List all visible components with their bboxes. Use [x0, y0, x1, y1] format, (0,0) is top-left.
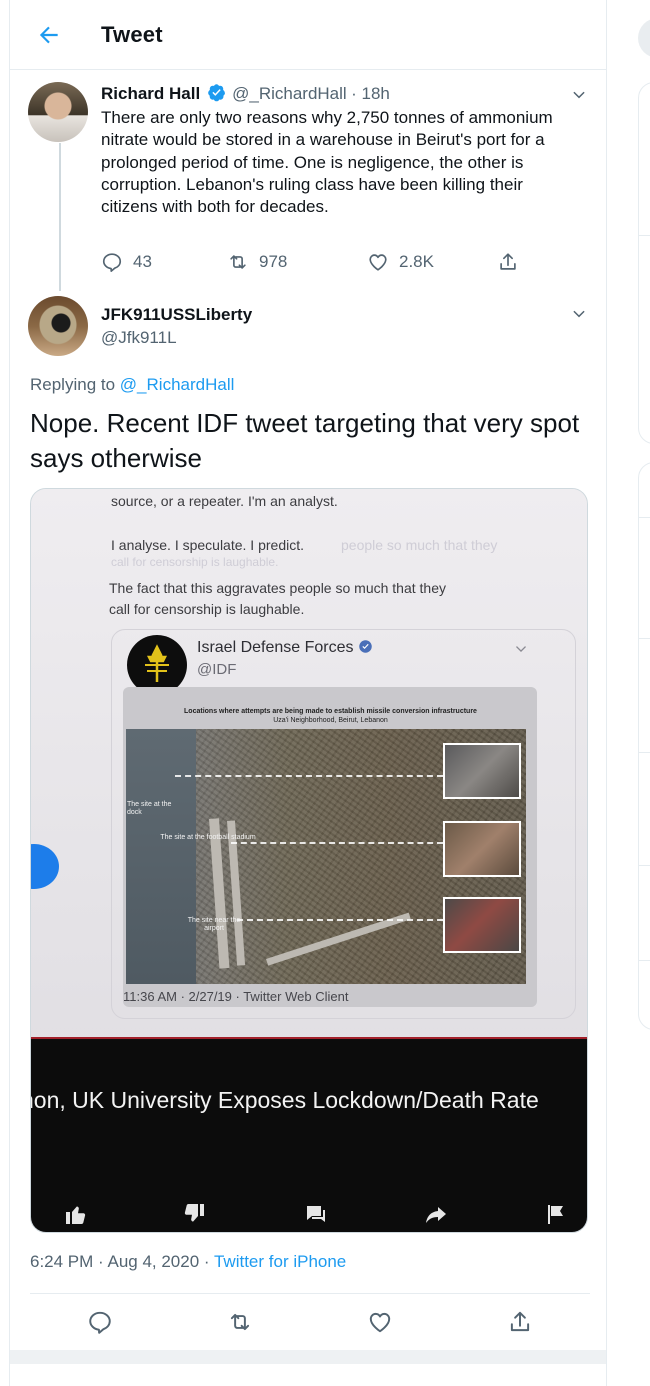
back-arrow-icon[interactable]	[36, 22, 62, 48]
verified-badge-icon	[359, 640, 372, 653]
sidebar-card	[638, 462, 650, 1030]
map-title: Locations where attempts are being made …	[133, 707, 528, 725]
map-inset-stadium	[443, 821, 521, 877]
page-header: Tweet	[10, 0, 606, 70]
embedded-tweet-footer: 11:36 AM · 2/27/19 · Twitter Web Client	[123, 989, 349, 1004]
chevron-down-icon[interactable]	[570, 305, 588, 323]
tweet1-text: There are only two reasons why 2,750 ton…	[101, 108, 553, 217]
idf-logo-icon	[127, 635, 187, 695]
map-title-line: Locations where attempts are being made …	[184, 708, 477, 715]
page-title: Tweet	[101, 22, 163, 47]
sidebar-card	[638, 82, 650, 444]
comments-icon	[307, 1206, 325, 1222]
divider	[30, 1293, 590, 1294]
share-button[interactable]	[497, 251, 529, 273]
reply-button[interactable]: 43	[101, 251, 227, 273]
reply-count: 43	[133, 252, 152, 271]
retweet-button[interactable]: 978	[227, 251, 367, 273]
section-divider-bar	[10, 1350, 606, 1364]
author-handle[interactable]: @Jfk911L	[101, 328, 177, 348]
verified-badge-icon	[207, 84, 225, 102]
search-bar[interactable]	[638, 18, 650, 58]
right-sidebar	[608, 0, 650, 1386]
tweet1-actions: 43 978 2.8K	[101, 251, 541, 273]
map-sea-area	[126, 729, 196, 984]
heart-icon	[369, 254, 387, 271]
screenshot-text-line: source, or a repeater. I'm an analyst.	[111, 493, 338, 509]
divider	[638, 517, 650, 518]
screenshot-ghost-text: people so much that they	[341, 537, 498, 553]
chevron-down-icon[interactable]	[570, 86, 588, 104]
tweet-timestamp: 6:24 PM · Aug 4, 2020 · Twitter for iPho…	[30, 1252, 346, 1272]
author-name[interactable]: Richard Hall	[101, 84, 200, 103]
share-arrow-icon	[426, 1207, 446, 1223]
divider	[638, 235, 650, 236]
like-count: 2.8K	[399, 252, 434, 271]
avatar-richard-hall[interactable]	[28, 82, 88, 142]
divider	[638, 752, 650, 753]
guide-line-airport	[237, 919, 443, 921]
reply-icon	[102, 253, 122, 272]
share-icon	[500, 253, 516, 270]
video-title-text: non, UK University Exposes Lockdown/Deat…	[30, 1087, 539, 1113]
divider	[638, 638, 650, 639]
tweet-media-image[interactable]: source, or a repeater. I'm an analyst. I…	[30, 488, 588, 1233]
retweet-count: 978	[259, 252, 288, 271]
tweet2-text: Nope. Recent IDF tweet targeting that ve…	[30, 408, 580, 473]
embedded-author-handle: @IDF	[197, 661, 237, 678]
guide-line-stadium	[231, 842, 443, 844]
divider	[638, 960, 650, 961]
thread-connector	[59, 143, 61, 291]
main-column: Tweet Richard Hall @_RichardHall · 18h T…	[9, 0, 607, 1386]
timestamp-text[interactable]: 6:24 PM · Aug 4, 2020 ·	[30, 1252, 210, 1271]
map-label-dock: The site at the dock	[127, 801, 172, 816]
replying-to-link[interactable]: @_RichardHall	[120, 375, 235, 394]
retweet-icon	[230, 255, 246, 269]
reply-icon[interactable]	[87, 1309, 113, 1335]
divider	[638, 865, 650, 866]
chevron-down-icon	[516, 646, 526, 652]
tweet-time[interactable]: · 18h	[351, 84, 390, 103]
embedded-author-name: Israel Defense Forces	[197, 639, 354, 656]
heart-icon[interactable]	[367, 1309, 393, 1335]
map-subtitle-line: Uza'i Neighborhood, Beirut, Lebanon	[273, 717, 388, 724]
replying-to-prefix: Replying to	[30, 375, 116, 394]
tweet1-header: Richard Hall @_RichardHall · 18h	[101, 83, 390, 104]
avatar-jfk911ussliberty[interactable]	[28, 296, 88, 356]
author-name[interactable]: JFK911USSLiberty	[101, 305, 252, 325]
like-button[interactable]: 2.8K	[367, 251, 497, 273]
tweet-source-link[interactable]: Twitter for iPhone	[214, 1252, 346, 1271]
thumbs-down-icon	[184, 1204, 204, 1222]
video-overlay-bar: non, UK University Exposes Lockdown/Deat…	[30, 1037, 587, 1232]
replying-to: Replying to @_RichardHall	[30, 375, 234, 395]
guide-line-dock	[175, 775, 443, 777]
retweet-icon[interactable]	[227, 1309, 253, 1335]
screenshot-text-line: The fact that this aggravates people so …	[109, 580, 446, 596]
author-handle[interactable]: @_RichardHall	[232, 84, 347, 103]
map-label-stadium: The site at the football stadium	[160, 834, 256, 841]
screenshot-text-line: I analyse. I speculate. I predict.	[111, 537, 304, 553]
map-label-airport: The site near the airport	[187, 917, 241, 932]
map-inset-dock	[443, 743, 521, 799]
map-inset-airport	[443, 897, 521, 953]
embedded-tweet-author: Israel Defense Forces	[197, 639, 373, 657]
tweet2-actions	[30, 1307, 590, 1337]
share-icon[interactable]	[507, 1309, 533, 1335]
screenshot-text-line: call for censorship is laughable.	[109, 601, 305, 617]
flag-icon	[548, 1205, 563, 1224]
screenshot-ghost-text: call for censorship is laughable.	[111, 555, 279, 569]
thumbs-up-icon	[66, 1206, 86, 1224]
